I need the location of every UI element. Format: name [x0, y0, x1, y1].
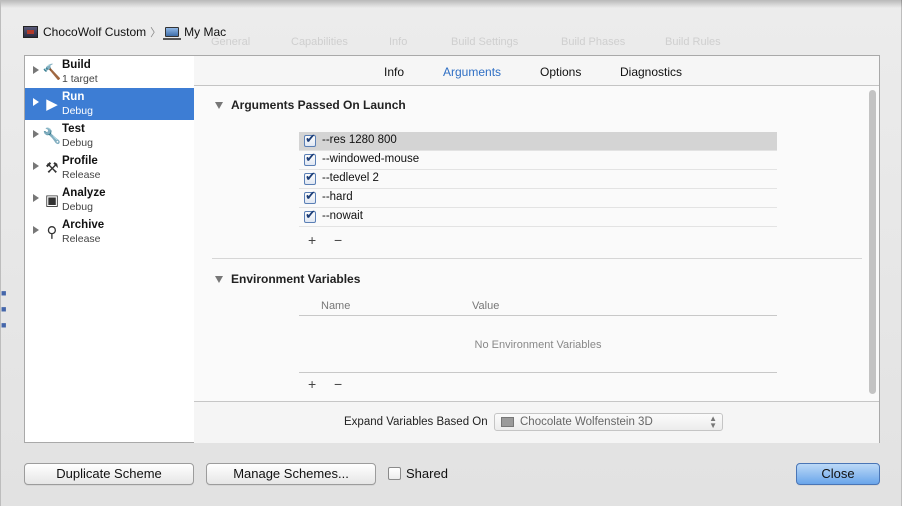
shared-label[interactable]: Shared	[406, 466, 448, 481]
action-archive[interactable]: ⚲ Archive Release	[25, 216, 194, 248]
action-name: Test	[62, 123, 85, 135]
mac-icon	[163, 27, 182, 40]
argument-text[interactable]: --tedlevel 2	[322, 172, 379, 184]
scheme-breadcrumb[interactable]: ChocoWolf Custom 〉 My Mac	[23, 24, 226, 40]
breadcrumb-separator-icon: 〉	[150, 27, 162, 39]
argument-row[interactable]: --res 1280 800	[299, 132, 777, 151]
env-section-title: Environment Variables	[231, 272, 361, 286]
disclosure-triangle-icon[interactable]	[33, 66, 39, 74]
tab-bar: Info Arguments Options Diagnostics	[194, 56, 879, 86]
scheme-actions-sidebar: 🔨 Build 1 target ▶ Run Debug 🔧 Test Debu…	[24, 55, 195, 443]
play-icon: ▶	[46, 96, 58, 113]
remove-argument-button[interactable]: −	[334, 232, 342, 248]
argument-checkbox[interactable]	[304, 189, 316, 204]
destination-name[interactable]: My Mac	[184, 25, 226, 39]
action-subtitle: Debug	[62, 137, 93, 149]
argument-checkbox[interactable]	[304, 151, 316, 166]
expand-variables-popup[interactable]: Chocolate Wolfenstein 3D ▲ ▼	[494, 413, 723, 431]
env-col-name[interactable]: Name	[321, 300, 350, 312]
env-disclosure-icon[interactable]	[215, 276, 223, 283]
left-edge-fragment: ■ ■ ■	[1, 288, 7, 330]
archive-icon: ⚲	[46, 224, 58, 241]
tab-info[interactable]: Info	[384, 65, 404, 79]
vertical-scrollbar[interactable]	[869, 90, 876, 394]
popup-arrows-icon: ▲ ▼	[709, 414, 717, 430]
analyze-icon: ▣	[44, 192, 60, 209]
argument-row[interactable]: --tedlevel 2	[299, 170, 777, 189]
action-subtitle: Release	[62, 233, 101, 245]
expand-variables-value: Chocolate Wolfenstein 3D	[520, 416, 653, 428]
tab-diagnostics[interactable]: Diagnostics	[620, 65, 682, 79]
manage-schemes-button[interactable]: Manage Schemes...	[206, 463, 376, 485]
action-subtitle: Release	[62, 169, 101, 181]
action-name: Analyze	[62, 187, 106, 199]
duplicate-scheme-button[interactable]: Duplicate Scheme	[24, 463, 194, 485]
env-empty-message: No Environment Variables	[474, 339, 602, 351]
action-build[interactable]: 🔨 Build 1 target	[25, 56, 194, 88]
wrench-icon: 🔧	[42, 128, 62, 145]
arguments-list: --res 1280 800 --windowed-mouse --tedlev…	[299, 132, 777, 227]
argument-row[interactable]: --hard	[299, 189, 777, 208]
action-profile[interactable]: ⚒ Profile Release	[25, 152, 194, 184]
action-analyze[interactable]: ▣ Analyze Debug	[25, 184, 194, 216]
tab-arguments[interactable]: Arguments	[443, 65, 501, 79]
bg-tab-build-settings: Build Settings	[451, 36, 519, 48]
env-table-header: Name Value	[299, 299, 777, 316]
remove-env-button[interactable]: −	[334, 376, 342, 392]
arguments-disclosure-icon[interactable]	[215, 102, 223, 109]
action-name: Run	[62, 91, 85, 103]
argument-text[interactable]: --windowed-mouse	[322, 153, 419, 165]
env-table-bottom	[299, 372, 777, 373]
action-name: Archive	[62, 219, 105, 231]
action-run[interactable]: ▶ Run Debug	[25, 88, 194, 120]
action-subtitle: Debug	[62, 105, 93, 117]
scheme-name[interactable]: ChocoWolf Custom	[43, 25, 146, 39]
disclosure-triangle-icon[interactable]	[33, 98, 39, 106]
bg-tab-build-phases: Build Phases	[561, 36, 626, 48]
hammer-icon: 🔨	[42, 64, 62, 81]
disclosure-triangle-icon[interactable]	[33, 162, 39, 170]
add-env-button[interactable]: +	[308, 376, 316, 392]
instruments-icon: ⚒	[45, 160, 59, 177]
shared-checkbox[interactable]: Shared	[388, 466, 448, 481]
bg-tab-info: Info	[389, 36, 408, 48]
run-action-panel: Info Arguments Options Diagnostics Argum…	[194, 55, 880, 443]
action-subtitle: Debug	[62, 201, 93, 213]
action-name: Build	[62, 59, 91, 71]
argument-checkbox[interactable]	[304, 170, 316, 185]
argument-checkbox[interactable]	[304, 208, 316, 223]
action-name: Profile	[62, 155, 98, 167]
close-button[interactable]: Close	[796, 463, 880, 485]
disclosure-triangle-icon[interactable]	[33, 226, 39, 234]
tab-options[interactable]: Options	[540, 65, 581, 79]
argument-text[interactable]: --res 1280 800	[322, 134, 397, 146]
app-icon	[23, 26, 38, 38]
arguments-section-title: Arguments Passed On Launch	[231, 98, 406, 112]
bg-tab-capabilities: Capabilities	[291, 36, 348, 48]
argument-text[interactable]: --hard	[322, 191, 353, 203]
shared-checkbox-box[interactable]	[388, 467, 401, 480]
argument-row[interactable]: --nowait	[299, 208, 777, 227]
scheme-editor-sheet: General Capabilities Info Build Settings…	[0, 0, 902, 506]
argument-row[interactable]: --windowed-mouse	[299, 151, 777, 170]
sheet-shadow	[1, 0, 902, 8]
argument-text[interactable]: --nowait	[322, 210, 363, 222]
add-argument-button[interactable]: +	[308, 232, 316, 248]
bg-tab-build-rules: Build Rules	[665, 36, 721, 48]
env-col-value[interactable]: Value	[472, 300, 499, 312]
expand-variables-footer: Expand Variables Based On Chocolate Wolf…	[194, 401, 879, 443]
disclosure-triangle-icon[interactable]	[33, 130, 39, 138]
expand-variables-label: Expand Variables Based On	[344, 416, 488, 428]
action-test[interactable]: 🔧 Test Debug	[25, 120, 194, 152]
action-subtitle: 1 target	[62, 73, 98, 85]
section-divider	[212, 258, 862, 259]
target-icon	[501, 417, 514, 427]
argument-checkbox[interactable]	[304, 132, 316, 147]
disclosure-triangle-icon[interactable]	[33, 194, 39, 202]
